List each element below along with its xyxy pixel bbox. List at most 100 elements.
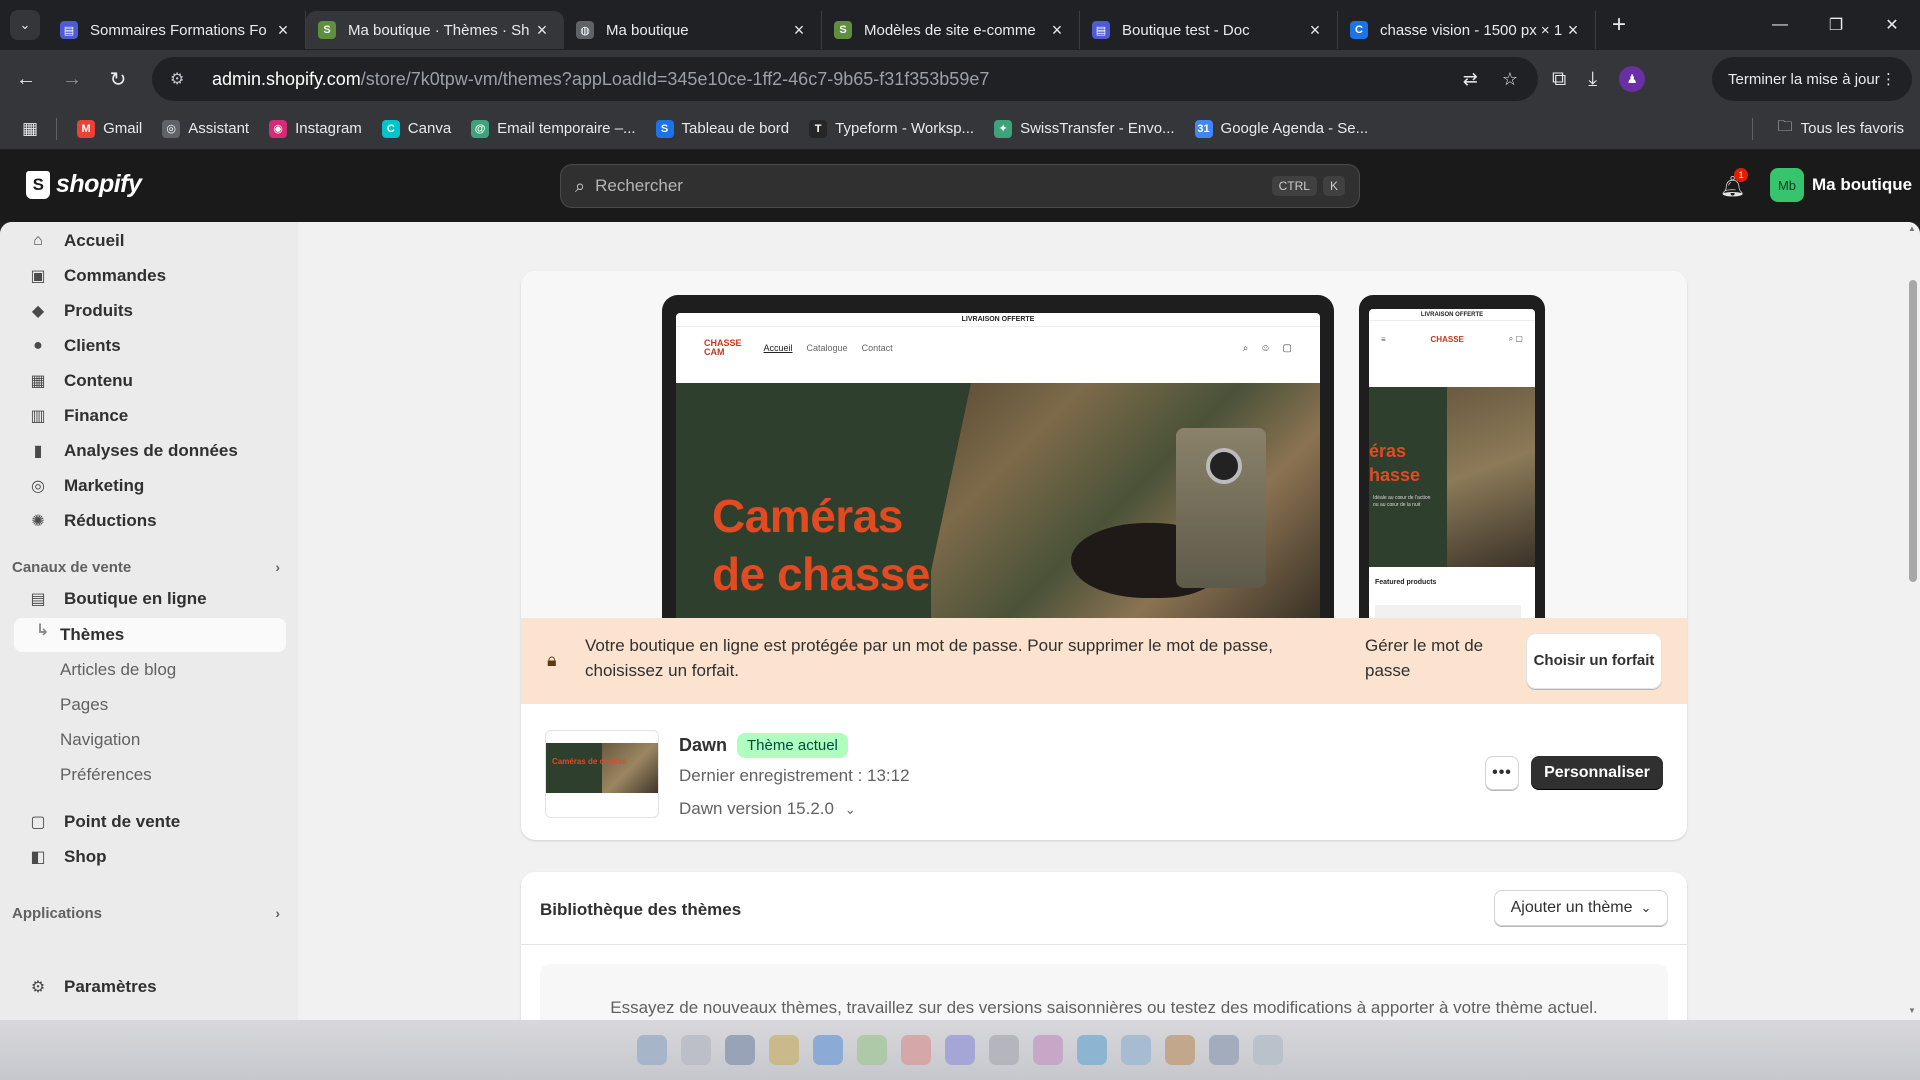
sidebar-subitem[interactable]: Préférences	[14, 758, 286, 792]
choose-plan-button[interactable]: Choisir un forfait	[1526, 633, 1662, 689]
more-actions-button[interactable]: •••	[1485, 756, 1519, 790]
chevron-right-icon: ›	[275, 559, 280, 575]
bookmark-item[interactable]: S Tableau de bord	[655, 119, 789, 138]
sales-channels-heading[interactable]: Canaux de vente ›	[12, 559, 284, 576]
sidebar-item[interactable]: ◆ Produits	[14, 294, 286, 328]
extensions-icon[interactable]: ⧉	[1552, 68, 1566, 91]
bookmark-star-icon[interactable]: ☆	[1502, 69, 1518, 90]
taskbar-app-icon[interactable]	[1033, 1035, 1063, 1065]
sidebar-item[interactable]: ▮ Analyses de données	[14, 434, 286, 468]
close-tab-icon[interactable]: ×	[532, 20, 552, 41]
sidebar-item-pos[interactable]: ▢ Point de vente	[14, 805, 286, 839]
apps-grid-icon[interactable]: ▦	[22, 119, 38, 139]
taskbar-app-icon[interactable]	[681, 1035, 711, 1065]
close-window-icon[interactable]: ✕	[1864, 0, 1920, 50]
bookmark-item[interactable]: ◉ Instagram	[269, 119, 362, 138]
apps-heading[interactable]: Applications ›	[12, 905, 284, 922]
admin-search[interactable]: ⌕ Rechercher CTRL K	[560, 164, 1360, 208]
scroll-down-icon[interactable]: ▼	[1908, 1006, 1916, 1015]
store-menu[interactable]: Mb Ma boutique	[1770, 168, 1912, 202]
bookmark-item[interactable]: T Typeform - Worksp...	[809, 119, 974, 138]
manage-password-link[interactable]: Gérer le mot de passe	[1365, 633, 1505, 683]
sidebar-subitem[interactable]: Pages	[14, 688, 286, 722]
add-theme-label: Ajouter un thème	[1510, 899, 1633, 916]
chevron-down-icon: ⌄	[19, 17, 31, 32]
browser-tab[interactable]: ◍ Ma boutique ×	[564, 11, 822, 49]
taskbar-app-icon[interactable]	[857, 1035, 887, 1065]
bookmark-item[interactable]: ◎ Assistant	[162, 119, 249, 138]
taskbar-app-icon[interactable]	[725, 1035, 755, 1065]
reload-button[interactable]: ↻	[98, 59, 138, 99]
close-tab-icon[interactable]: ×	[273, 20, 293, 41]
browser-tab[interactable]: S Ma boutique · Thèmes · Sh ×	[306, 11, 564, 49]
taskbar-app-icon[interactable]	[1165, 1035, 1195, 1065]
browser-tab[interactable]: ▤ Sommaires Formations Fo ×	[48, 11, 306, 49]
desktop-preview-screen: LIVRAISON OFFERTE CHASSE CAM Accueil Cata…	[676, 313, 1320, 618]
taskbar-app-icon[interactable]	[1253, 1035, 1283, 1065]
site-settings-icon[interactable]: ⚙	[170, 69, 194, 89]
sidebar-item-shop[interactable]: ◧ Shop	[14, 840, 286, 874]
theme-thumbnail[interactable]: Caméras de chasse	[545, 730, 659, 818]
bookmark-item[interactable]: M Gmail	[77, 119, 142, 138]
close-tab-icon[interactable]: ×	[789, 20, 809, 41]
taskbar-app-icon[interactable]	[901, 1035, 931, 1065]
sidebar-item[interactable]: ▣ Commandes	[14, 259, 286, 293]
add-theme-button[interactable]: Ajouter un thème ⌄	[1494, 890, 1668, 926]
product-placeholder	[1375, 605, 1521, 618]
sidebar-subitem[interactable]: ↳ Thèmes	[14, 618, 286, 652]
browser-tab[interactable]: ▤ Boutique test - Doc ×	[1080, 11, 1338, 49]
tab-search-button[interactable]: ⌄	[10, 10, 40, 40]
sidebar-item[interactable]: ● Clients	[14, 329, 286, 363]
profile-avatar[interactable]: ♟	[1619, 66, 1646, 92]
shopify-logo[interactable]: S shopify	[26, 170, 142, 199]
close-tab-icon[interactable]: ×	[1047, 20, 1067, 41]
customize-button[interactable]: Personnaliser	[1531, 756, 1663, 790]
close-tab-icon[interactable]: ×	[1305, 20, 1325, 41]
close-tab-icon[interactable]: ×	[1563, 20, 1583, 41]
bookmark-label: Google Agenda - Se...	[1220, 120, 1369, 137]
translate-icon[interactable]: ⇄	[1463, 69, 1478, 90]
sidebar-item-online-store[interactable]: ▤ Boutique en ligne	[14, 582, 286, 616]
taskbar-app-icon[interactable]	[813, 1035, 843, 1065]
sidebar-subitem[interactable]: Navigation	[14, 723, 286, 757]
taskbar-app-icon[interactable]	[989, 1035, 1019, 1065]
update-button[interactable]: Terminer la mise à jour ⋮	[1712, 57, 1912, 101]
bookmark-item[interactable]: 31 Google Agenda - Se...	[1194, 119, 1369, 138]
browser-tab[interactable]: Cchasse vision - 1500 px × 1 ×	[1338, 11, 1596, 49]
sidebar-item[interactable]: ◎ Marketing	[14, 469, 286, 503]
taskbar-app-icon[interactable]	[1077, 1035, 1107, 1065]
page-scrollbar[interactable]: ▲ ▼	[1906, 222, 1920, 1020]
taskbar-app-icon[interactable]	[769, 1035, 799, 1065]
bank-icon: ▥	[30, 408, 46, 425]
minimize-icon[interactable]: —	[1752, 0, 1808, 50]
bookmark-item[interactable]: @ Email temporaire –...	[471, 119, 636, 138]
forward-button[interactable]: →	[52, 59, 92, 99]
sidebar-item[interactable]: ▥ Finance	[14, 399, 286, 433]
sidebar-item[interactable]: ▦ Contenu	[14, 364, 286, 398]
sidebar-item[interactable]: ✺ Réductions	[14, 504, 286, 538]
bookmark-item[interactable]: ✦ SwissTransfer - Envo...	[994, 119, 1175, 138]
sidebar-item[interactable]: ⌂ Accueil	[14, 224, 286, 258]
announcement-bar: LIVRAISON OFFERTE	[1369, 309, 1535, 321]
sidebar-subitem[interactable]: Articles de blog	[14, 653, 286, 687]
sidebar-item-label: Produits	[64, 301, 133, 320]
address-bar[interactable]: ⚙ admin.shopify.com/store/7k0tpw-vm/them…	[152, 57, 1538, 101]
person-icon: ●	[33, 337, 43, 354]
taskbar-app-icon[interactable]	[1209, 1035, 1239, 1065]
theme-version[interactable]: Dawn version 15.2.0 ⌄	[679, 799, 856, 819]
browser-tab[interactable]: S Modèles de site e-comme ×	[822, 11, 1080, 49]
notifications-button[interactable]: 🔔︎ 1	[1720, 168, 1748, 199]
restore-icon[interactable]: ❐	[1808, 0, 1864, 50]
download-icon[interactable]: ⤓	[1588, 68, 1597, 91]
taskbar-app-icon[interactable]	[1121, 1035, 1151, 1065]
bookmark-label: Canva	[407, 120, 452, 137]
scroll-up-icon[interactable]: ▲	[1908, 224, 1916, 233]
scrollbar-thumb[interactable]	[1909, 280, 1917, 582]
sidebar-item-settings[interactable]: ⚙ Paramètres	[14, 970, 286, 1004]
new-tab-button[interactable]: +	[1604, 11, 1634, 39]
all-bookmarks[interactable]: 🗀 Tous les favoris	[1778, 116, 1904, 141]
taskbar-app-icon[interactable]	[945, 1035, 975, 1065]
bookmark-item[interactable]: C Canva	[381, 119, 452, 138]
taskbar-app-icon[interactable]	[637, 1035, 667, 1065]
back-button[interactable]: ←	[6, 59, 46, 99]
